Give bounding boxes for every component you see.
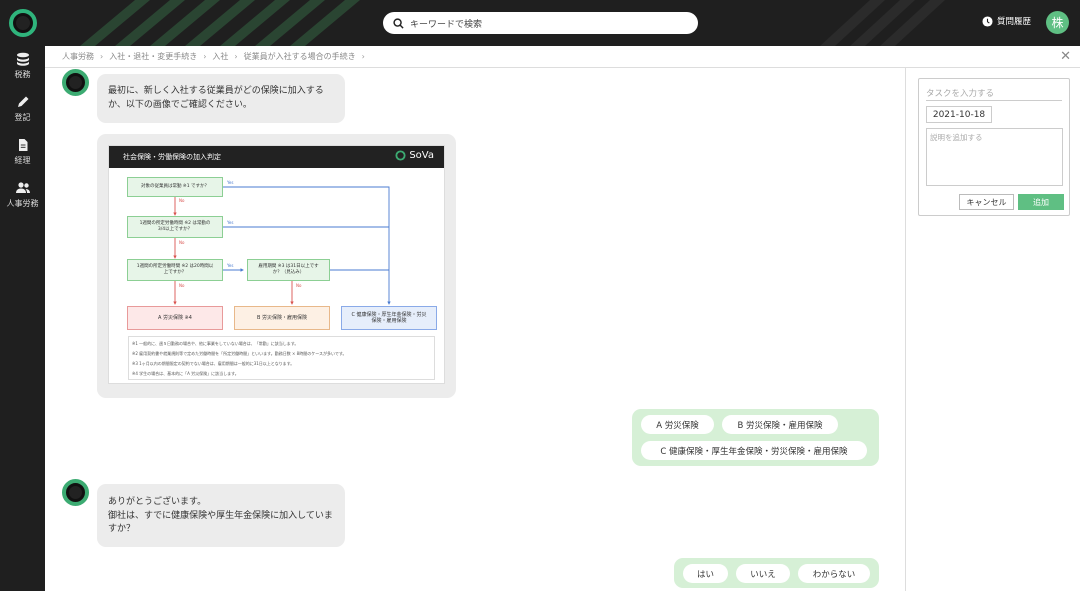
search-icon [393, 17, 404, 29]
bot-message: ありがとうございます。 御社は、すでに健康保険や厚生年金保険に加入していますか？ [97, 484, 345, 547]
chevron-right-icon: › [100, 52, 104, 61]
question-box: 1週間の所定労働時間 ※2 は常勤の3/4以上ですか？ [127, 216, 223, 238]
search-placeholder: キーワードで検索 [410, 19, 483, 30]
breadcrumb-item[interactable]: 入社・退社・変更手続き [109, 51, 197, 62]
task-form: タスクを入力する 2021-10-18 説明を追加する キャンセル 追加 [918, 78, 1070, 216]
app-logo[interactable] [9, 9, 37, 37]
task-title-input[interactable]: タスクを入力する [926, 87, 1062, 101]
breadcrumb-item[interactable]: 人事労務 [62, 51, 94, 62]
clock-icon [982, 15, 993, 27]
chevron-right-icon: › [361, 52, 365, 61]
task-panel: タスクを入力する 2021-10-18 説明を追加する キャンセル 追加 [905, 68, 1080, 591]
search-input[interactable]: キーワードで検索 [383, 12, 698, 34]
sidebar-item-label: 登記 [14, 113, 31, 122]
sidebar-item-label: 人事労務 [6, 199, 39, 208]
note-line: ※4 学生の場合は、基本的に「A 労災保険」に該当します。 [132, 371, 239, 376]
users-icon [15, 182, 30, 193]
flowchart-image[interactable]: 社会保険・労働保険の加入判定 SoVa Yes Yes Yes No No No… [108, 145, 445, 384]
add-button[interactable]: 追加 [1018, 194, 1064, 210]
message-line: 御社は、すでに健康保険や厚生年金保険に加入していますか？ [108, 510, 333, 535]
note-line: ※3 1ヶ月以内の期間限定の契約でない場合は、雇用期間は一般的に31日以上となり… [132, 361, 295, 366]
task-description-field[interactable]: 説明を追加する [926, 128, 1063, 186]
result-b-box: B 労災保険・雇用保険 [234, 306, 330, 330]
top-header: キーワードで検索 質問履歴 株 [0, 0, 1080, 46]
breadcrumb-item[interactable]: 従業員が入社する場合の手続き [244, 51, 356, 62]
sidebar-item-label: 税務 [14, 70, 31, 79]
sidebar-item-hr[interactable]: 人事労務 [0, 181, 45, 209]
yes-label: Yes [227, 263, 234, 268]
sidebar: 税務 登記 経理 人事労務 [0, 46, 45, 591]
question-box: 雇用期間 ※3 は31日以上ですか？（見込み） [247, 259, 330, 281]
breadcrumb-item[interactable]: 入社 [212, 51, 228, 62]
no-label: No [179, 198, 185, 203]
option-chip-b[interactable]: B 労災保険・雇用保険 [722, 415, 838, 434]
no-label: No [296, 283, 302, 288]
option-chip-a[interactable]: A 労災保険 [641, 415, 714, 434]
cancel-button[interactable]: キャンセル [959, 194, 1014, 210]
note-line: ※1 一般的に、週５日勤務の場合や、他に事業をしていない場合は、「常勤」に該当し… [132, 341, 299, 346]
sidebar-item-accounting[interactable]: 経理 [0, 138, 45, 166]
question-box: 1週間の所定労働時間 ※2 は20時間以上ですか？ [127, 259, 223, 281]
breadcrumb: 人事労務 › 入社・退社・変更手続き › 入社 › 従業員が入社する場合の手続き… [45, 46, 1080, 68]
question-box: 対象の従業員は常勤 ※1 ですか？ [127, 177, 223, 197]
bot-message: 最初に、新しく入社する従業員がどの保険に加入するか、以下の画像でご確認ください。 [97, 74, 345, 123]
no-label: No [179, 240, 185, 245]
database-icon [16, 52, 29, 66]
close-icon[interactable]: ✕ [1060, 50, 1071, 63]
option-chip-no[interactable]: いいえ [736, 564, 790, 583]
task-date-field[interactable]: 2021-10-18 [926, 106, 992, 123]
yes-label: Yes [227, 180, 234, 185]
history-label: 質問履歴 [997, 17, 1032, 27]
flowchart-notes: ※1 一般的に、週５日勤務の場合や、他に事業をしていない場合は、「常勤」に該当し… [128, 336, 435, 380]
bot-avatar [62, 479, 89, 506]
option-chip-yes[interactable]: はい [683, 564, 728, 583]
note-line: ※2 雇用契約書や就業規則等で定めた労働時間を「所定労働時間」といいます。勤務日… [132, 351, 347, 356]
pen-icon [17, 96, 28, 107]
user-avatar[interactable]: 株 [1046, 11, 1069, 34]
bot-avatar [62, 69, 89, 96]
option-chip-unknown[interactable]: わからない [798, 564, 870, 583]
yes-label: Yes [227, 220, 234, 225]
sidebar-item-tax[interactable]: 税務 [0, 52, 45, 80]
app-window: キーワードで検索 質問履歴 株 税務 登記 経理 人事労務 人事労務 › 入社・… [0, 0, 1080, 591]
no-label: No [179, 283, 185, 288]
option-chip-c[interactable]: C 健康保険・厚生年金保険・労災保険・雇用保険 [641, 441, 867, 460]
history-button[interactable]: 質問履歴 [982, 15, 1031, 27]
result-a-box: A 労災保険 ※4 [127, 306, 223, 330]
chevron-right-icon: › [234, 52, 238, 61]
message-line: ありがとうございます。 [108, 497, 207, 507]
document-icon [18, 139, 27, 151]
sidebar-item-registration[interactable]: 登記 [0, 95, 45, 123]
result-c-box: C 健康保険・厚生年金保険・労災保険・雇用保険 [341, 306, 437, 330]
chevron-right-icon: › [203, 52, 207, 61]
sidebar-item-label: 経理 [14, 156, 31, 165]
